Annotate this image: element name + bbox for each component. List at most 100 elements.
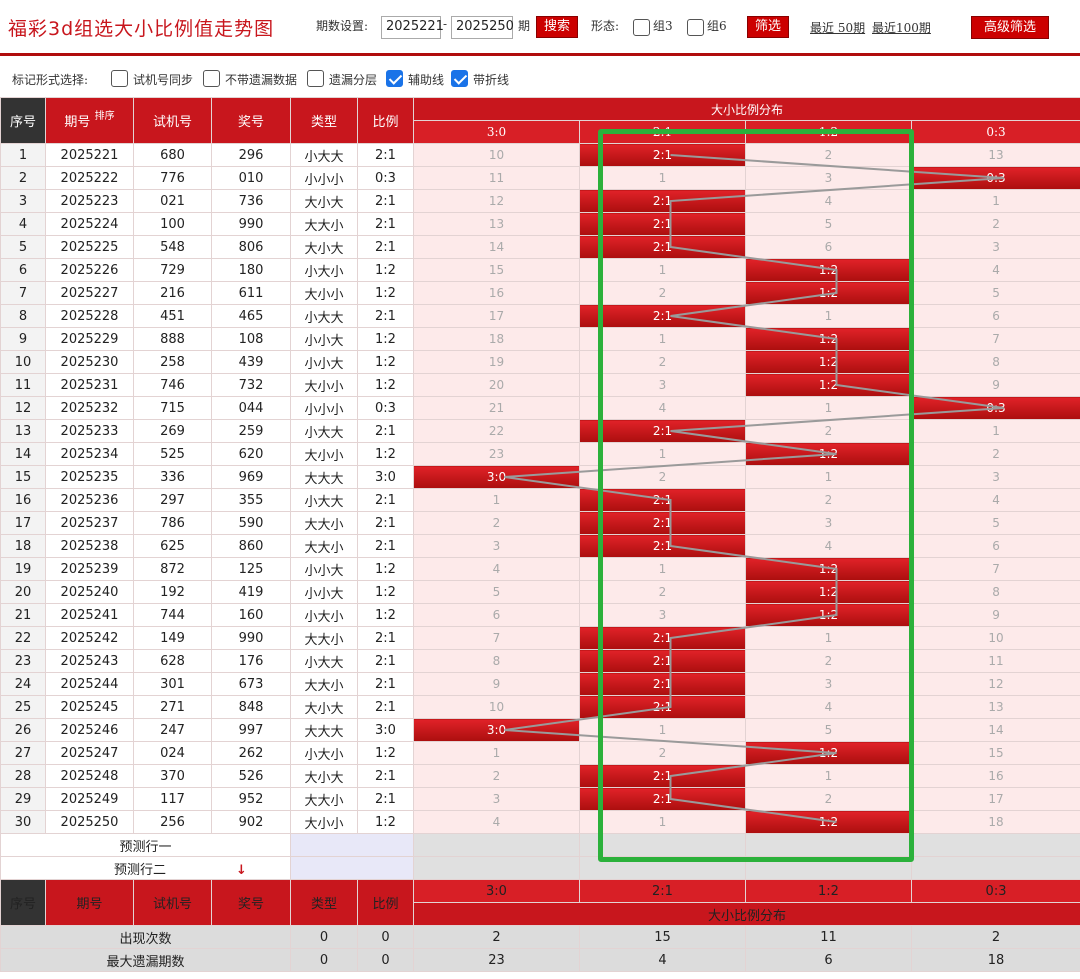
row-prize: 590 (211, 511, 291, 535)
header-period[interactable]: 期号 排序 (45, 97, 134, 144)
dist-miss-cell: 12 (910, 672, 1080, 696)
footer-distribution: 大小比例分布 (412, 902, 1080, 926)
row-ratio: 3:0 (357, 465, 414, 489)
row-ratio: 2:1 (357, 649, 414, 673)
row-type: 大大小 (290, 787, 358, 811)
row-seq: 5 (0, 235, 46, 259)
predict-cell[interactable] (579, 833, 746, 857)
dist-miss-cell: 3 (413, 787, 580, 811)
dist-miss-cell: 3 (745, 672, 912, 696)
no-missing-label: 不带遗漏数据 (225, 73, 298, 87)
row-trial: 117 (133, 787, 212, 811)
dist-hit-cell: 1:2 (745, 557, 912, 581)
row-prize: 176 (211, 649, 291, 673)
row-type: 大小小 (290, 281, 358, 305)
row-period: 2025247 (45, 741, 134, 765)
row-trial: 301 (133, 672, 212, 696)
stats-cell: 2 (910, 925, 1080, 949)
predict-cell[interactable] (910, 833, 1080, 857)
missing-layer-label: 遗漏分层 (329, 73, 378, 87)
dist-miss-cell: 15 (413, 258, 580, 282)
zu6-checkbox[interactable] (687, 19, 704, 36)
advanced-filter-button[interactable]: 高级筛选 (971, 16, 1049, 39)
predict-cell[interactable] (910, 856, 1080, 880)
dist-hit-cell: 1:2 (745, 327, 912, 351)
predict-cell[interactable] (579, 856, 746, 880)
dist-hit-cell: 1:2 (745, 350, 912, 374)
predict-row-2: 预测行二 ↓ (0, 856, 1080, 880)
dist-miss-cell: 5 (745, 212, 912, 236)
dist-miss-cell: 2 (579, 741, 746, 765)
row-type: 小大小 (290, 741, 358, 765)
row-seq: 1 (0, 143, 46, 167)
missing-layer-checkbox[interactable] (307, 70, 324, 87)
zu3-checkbox[interactable] (633, 19, 650, 36)
row-ratio: 2:1 (357, 143, 414, 167)
dist-miss-cell: 3 (745, 511, 912, 535)
footer-prize: 奖号 (211, 879, 291, 926)
dist-miss-cell: 11 (910, 649, 1080, 673)
dist-hit-cell: 2:1 (579, 212, 746, 236)
row-period: 2025249 (45, 787, 134, 811)
row-type: 小小小 (290, 166, 358, 190)
row-period: 2025221 (45, 143, 134, 167)
sort-icon[interactable]: 排序 (95, 111, 115, 122)
recent-50-link[interactable]: 最近 50期 (810, 19, 865, 36)
dist-miss-cell: 1 (579, 442, 746, 466)
dist-miss-cell: 1 (579, 557, 746, 581)
row-seq: 18 (0, 534, 46, 558)
row-type: 小小大 (290, 350, 358, 374)
row-period: 2025235 (45, 465, 134, 489)
row-period: 2025232 (45, 396, 134, 420)
row-trial: 680 (133, 143, 212, 167)
trial-sync-checkbox[interactable] (111, 70, 128, 87)
aux-line-checkbox[interactable] (386, 70, 403, 87)
dist-hit-cell: 2:1 (579, 626, 746, 650)
row-type: 小小大 (290, 580, 358, 604)
table-row: 7 2025227 216 611 大小小 1:2 16 2 1:2 5 (0, 281, 1080, 305)
predict-cell[interactable] (413, 833, 580, 857)
no-missing-checkbox[interactable] (203, 70, 220, 87)
dist-miss-cell: 1 (910, 419, 1080, 443)
header-col-03: 0:3 (910, 120, 1080, 144)
predict-row-1-input[interactable] (290, 833, 414, 857)
dist-hit-cell: 2:1 (579, 787, 746, 811)
predict-row-2-input[interactable] (290, 856, 414, 880)
row-seq: 21 (0, 603, 46, 627)
row-ratio: 1:2 (357, 603, 414, 627)
top-toolbar: 福彩3d组选大小比例值走势图 期数设置: 2025221 - 2025250 期… (0, 0, 1080, 56)
dist-miss-cell: 21 (413, 396, 580, 420)
row-ratio: 1:2 (357, 810, 414, 834)
row-type: 大大大 (290, 465, 358, 489)
period-from-input[interactable]: 2025221 (381, 16, 444, 39)
predict-cell[interactable] (745, 833, 912, 857)
dist-miss-cell: 1 (579, 258, 746, 282)
arrow-down-icon[interactable]: ↓ (236, 863, 247, 878)
row-seq: 29 (0, 787, 46, 811)
dist-hit-cell: 1:2 (745, 603, 912, 627)
filter-button[interactable]: 筛选 (747, 16, 789, 38)
dist-miss-cell: 2 (745, 649, 912, 673)
polyline-checkbox[interactable] (451, 70, 468, 87)
dist-miss-cell: 2 (579, 350, 746, 374)
row-type: 大小小 (290, 373, 358, 397)
dist-miss-cell: 8 (910, 580, 1080, 604)
stats-type: 0 (290, 925, 358, 949)
row-prize: 736 (211, 189, 291, 213)
predict-cell[interactable] (413, 856, 580, 880)
row-ratio: 2:1 (357, 189, 414, 213)
predict-cell[interactable] (745, 856, 912, 880)
dist-miss-cell: 5 (745, 718, 912, 742)
footer-trial: 试机号 (133, 879, 212, 926)
dist-miss-cell: 3 (745, 166, 912, 190)
page-title: 福彩3d组选大小比例值走势图 (8, 18, 275, 40)
table-row: 30 2025250 256 902 大小小 1:2 4 1 1:2 18 (0, 810, 1080, 834)
search-button[interactable]: 搜索 (536, 16, 578, 38)
recent-100-link[interactable]: 最近100期 (872, 19, 931, 36)
row-seq: 27 (0, 741, 46, 765)
row-ratio: 2:1 (357, 488, 414, 512)
table-row: 18 2025238 625 860 大大小 2:1 3 2:1 4 6 (0, 534, 1080, 558)
row-prize: 902 (211, 810, 291, 834)
row-prize: 806 (211, 235, 291, 259)
period-to-input[interactable]: 2025250 (451, 16, 514, 39)
